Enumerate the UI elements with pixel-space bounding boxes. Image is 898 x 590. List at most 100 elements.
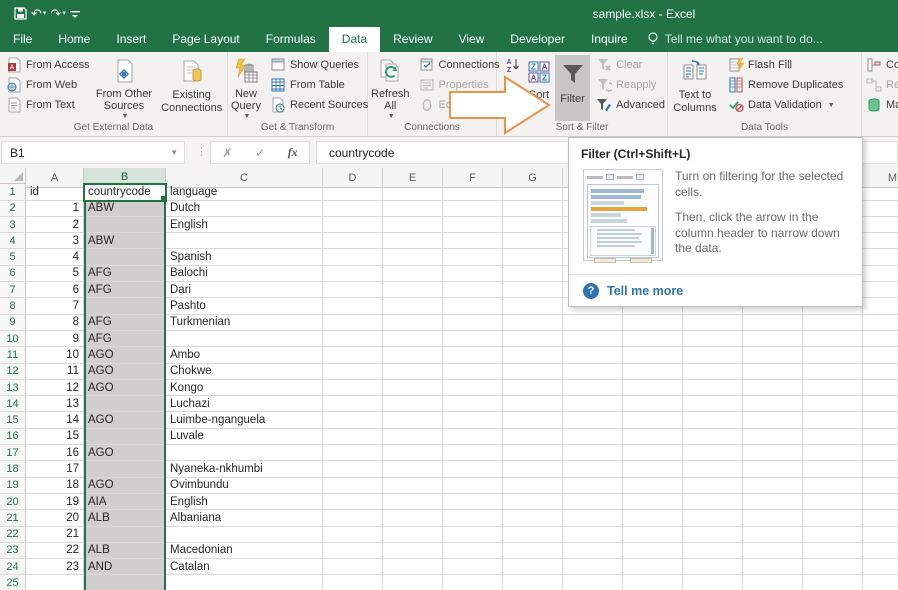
cell-F9[interactable] [443,315,503,331]
tab-page-layout[interactable]: Page Layout [159,27,252,52]
cell-B24[interactable]: AND [84,559,166,575]
cell-D8[interactable] [323,298,383,314]
tell-me-more-link[interactable]: Tell me more [607,284,683,298]
cell-L13[interactable] [803,380,863,396]
tab-data[interactable]: Data [329,27,380,52]
cell-M10[interactable] [863,331,898,347]
tab-inquire[interactable]: Inquire [578,27,641,52]
cell-D23[interactable] [323,543,383,559]
formula-bar-grip[interactable]: ⋮ [196,145,207,158]
cell-A12[interactable]: 11 [26,364,84,380]
cell-L16[interactable] [803,429,863,445]
cell-E7[interactable] [383,282,443,298]
cell-B14[interactable] [84,396,166,412]
cell-J15[interactable] [683,412,743,428]
row-header-8[interactable]: 8 [0,298,26,314]
cell-F19[interactable] [443,478,503,494]
cell-C4[interactable] [166,233,323,249]
cell-L18[interactable] [803,461,863,477]
cell-K9[interactable] [743,315,803,331]
cell-C15[interactable]: Luimbe-nganguela [166,412,323,428]
cell-B8[interactable] [84,298,166,314]
cell-J19[interactable] [683,478,743,494]
cell-F18[interactable] [443,461,503,477]
cell-A2[interactable]: 1 [26,201,84,217]
refresh-all-button[interactable]: Refresh All▼ [368,55,413,121]
cell-M14[interactable] [863,396,898,412]
cell-J24[interactable] [683,559,743,575]
cell-K17[interactable] [743,445,803,461]
cell-C18[interactable]: Nyaneka-nkhumbi [166,461,323,477]
cell-C17[interactable] [166,445,323,461]
cell-E13[interactable] [383,380,443,396]
cell-A17[interactable]: 16 [26,445,84,461]
cell-H19[interactable] [563,478,623,494]
cell-G6[interactable] [503,266,563,282]
cell-E5[interactable] [383,249,443,265]
cell-M2[interactable] [863,201,898,217]
insert-function-icon[interactable]: fx [288,145,298,160]
cell-C5[interactable]: Spanish [166,249,323,265]
cell-C7[interactable]: Dari [166,282,323,298]
cell-L10[interactable] [803,331,863,347]
cell-B6[interactable]: AFG [84,266,166,282]
cell-G19[interactable] [503,478,563,494]
cell-B25[interactable] [84,575,166,590]
row-header-19[interactable]: 19 [0,478,26,494]
cell-H22[interactable] [563,527,623,543]
cell-E3[interactable] [383,217,443,233]
cell-I17[interactable] [623,445,683,461]
cell-G18[interactable] [503,461,563,477]
cell-A22[interactable]: 21 [26,527,84,543]
cell-A16[interactable]: 15 [26,429,84,445]
cell-J22[interactable] [683,527,743,543]
row-header-1[interactable]: 1 [0,184,26,200]
cell-C24[interactable]: Catalan [166,559,323,575]
row-header-6[interactable]: 6 [0,266,26,282]
cell-A9[interactable]: 8 [26,315,84,331]
cell-L24[interactable] [803,559,863,575]
cell-A8[interactable]: 7 [26,298,84,314]
cell-B2[interactable]: ABW [84,201,166,217]
cell-G16[interactable] [503,429,563,445]
cell-C16[interactable]: Luvale [166,429,323,445]
cell-F25[interactable] [443,575,503,590]
cell-E15[interactable] [383,412,443,428]
cell-B21[interactable]: ALB [84,510,166,526]
name-box[interactable]: B1 ▼ [1,141,185,164]
cell-E19[interactable] [383,478,443,494]
cell-K13[interactable] [743,380,803,396]
cell-B17[interactable]: AGO [84,445,166,461]
cell-J12[interactable] [683,364,743,380]
cell-M12[interactable] [863,364,898,380]
cell-I22[interactable] [623,527,683,543]
cell-F15[interactable] [443,412,503,428]
cell-A25[interactable] [26,575,84,590]
row-header-9[interactable]: 9 [0,315,26,331]
cell-A15[interactable]: 14 [26,412,84,428]
cell-K11[interactable] [743,347,803,363]
cell-I14[interactable] [623,396,683,412]
new-query-button[interactable]: New Query▼ [228,55,264,121]
cell-H13[interactable] [563,380,623,396]
name-box-caret-icon[interactable]: ▼ [170,148,178,157]
cell-E6[interactable] [383,266,443,282]
cell-F2[interactable] [443,201,503,217]
cell-G22[interactable] [503,527,563,543]
cell-M9[interactable] [863,315,898,331]
cell-B5[interactable] [84,249,166,265]
cell-B4[interactable]: ABW [84,233,166,249]
cell-D21[interactable] [323,510,383,526]
cell-M24[interactable] [863,559,898,575]
cell-H25[interactable] [563,575,623,590]
cell-H11[interactable] [563,347,623,363]
cell-J11[interactable] [683,347,743,363]
cell-F13[interactable] [443,380,503,396]
cell-E8[interactable] [383,298,443,314]
cell-D19[interactable] [323,478,383,494]
cell-I12[interactable] [623,364,683,380]
cell-D6[interactable] [323,266,383,282]
cell-K14[interactable] [743,396,803,412]
tab-view[interactable]: View [446,27,498,52]
cell-M5[interactable] [863,249,898,265]
